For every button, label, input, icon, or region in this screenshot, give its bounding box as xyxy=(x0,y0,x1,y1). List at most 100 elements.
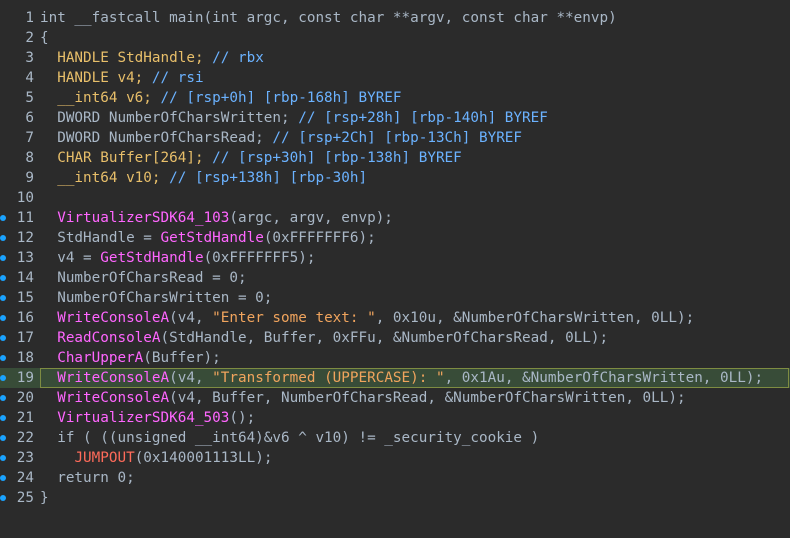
line-number: 14 xyxy=(16,270,34,286)
code-line-22[interactable]: 22 if ( ((unsigned __int64)&v6 ^ v10) !=… xyxy=(0,428,790,448)
code-text: DWORD NumberOfCharsWritten; // [rsp+28h]… xyxy=(40,108,548,128)
code-token: v4 = xyxy=(40,250,101,266)
code-line-24[interactable]: 24 return 0; xyxy=(0,468,790,488)
line-number: 8 xyxy=(25,150,34,166)
line-number: 24 xyxy=(16,470,34,486)
code-line-2[interactable]: 2{ xyxy=(0,28,790,48)
code-line-23[interactable]: 23 JUMPOUT(0x140001113LL); xyxy=(0,448,790,468)
pseudocode-editor[interactable]: 1 int __fastcall main(int argc, const cha… xyxy=(0,0,790,538)
code-text: StdHandle = GetStdHandle(0xFFFFFFF6); xyxy=(40,228,376,248)
code-token: DWORD NumberOfCharsRead; xyxy=(40,130,264,146)
code-token: (argc, argv, envp); xyxy=(229,210,393,226)
code-token: __int64 v6; xyxy=(57,90,152,106)
code-line-3[interactable]: 3 HANDLE StdHandle; // rbx xyxy=(0,48,790,68)
code-line-10[interactable]: 10 xyxy=(0,188,790,208)
code-text: WriteConsoleA(v4, "Enter some text: ", 0… xyxy=(40,308,694,328)
code-token: VirtualizerSDK64_503 xyxy=(57,410,230,426)
code-text: } xyxy=(40,488,49,508)
line-number: 6 xyxy=(25,110,34,126)
code-token: NumberOfCharsWritten = 0; xyxy=(40,290,273,306)
code-line-1[interactable]: 1 int __fastcall main(int argc, const cha… xyxy=(0,8,790,28)
code-text: CharUpperA(Buffer); xyxy=(40,348,221,368)
code-token: WriteConsoleA xyxy=(57,390,170,406)
code-token: (v4, Buffer, NumberOfCharsRead, &NumberO… xyxy=(169,390,686,406)
code-text: JUMPOUT(0x140001113LL); xyxy=(40,448,272,468)
code-line-13[interactable]: 13 v4 = GetStdHandle(0xFFFFFFF5); xyxy=(0,248,790,268)
code-line-18[interactable]: 18 CharUpperA(Buffer); xyxy=(0,348,790,368)
code-token: // [rsp+30h] [rbp-138h] BYREF xyxy=(203,150,462,166)
line-number: 9 xyxy=(25,170,34,186)
line-number: 11 xyxy=(16,210,34,226)
code-token: // rbx xyxy=(203,50,264,66)
code-line-4[interactable]: 4 HANDLE v4; // rsi xyxy=(0,68,790,88)
code-token: return 0; xyxy=(40,470,135,486)
code-token: int __fastcall main(int argc, const char… xyxy=(40,10,617,26)
code-line-19[interactable]: 19 WriteConsoleA(v4, "Transformed (UPPER… xyxy=(0,368,790,388)
code-line-17[interactable]: 17 ReadConsoleA(StdHandle, Buffer, 0xFFu… xyxy=(0,328,790,348)
code-line-11[interactable]: 11 VirtualizerSDK64_103(argc, argv, envp… xyxy=(0,208,790,228)
code-line-6[interactable]: 6 DWORD NumberOfCharsWritten; // [rsp+28… xyxy=(0,108,790,128)
code-token: ReadConsoleA xyxy=(57,330,161,346)
line-number: 7 xyxy=(25,130,34,146)
code-token: CHAR Buffer[264]; xyxy=(57,150,204,166)
code-token: "Transformed (UPPERCASE): " xyxy=(212,370,445,386)
code-token: // [rsp+2Ch] [rbp-13Ch] BYREF xyxy=(263,130,523,146)
code-line-21[interactable]: 21 VirtualizerSDK64_503(); xyxy=(0,408,790,428)
code-token: WriteConsoleA xyxy=(57,370,170,386)
code-token: // [rsp+28h] [rbp-140h] BYREF xyxy=(289,110,548,126)
code-token: { xyxy=(40,30,49,46)
code-line-5[interactable]: 5 __int64 v6; // [rsp+0h] [rbp-168h] BYR… xyxy=(0,88,790,108)
code-line-9[interactable]: 9 __int64 v10; // [rsp+138h] [rbp-30h] xyxy=(0,168,790,188)
code-line-14[interactable]: 14 NumberOfCharsRead = 0; xyxy=(0,268,790,288)
code-token: (0x140001113LL); xyxy=(134,450,273,466)
code-token: JUMPOUT xyxy=(74,450,135,466)
code-token: WriteConsoleA xyxy=(57,310,170,326)
code-text: VirtualizerSDK64_103(argc, argv, envp); xyxy=(40,208,393,228)
line-number: 10 xyxy=(16,190,34,206)
code-line-12[interactable]: 12 StdHandle = GetStdHandle(0xFFFFFFF6); xyxy=(0,228,790,248)
code-token: } xyxy=(40,490,49,506)
code-token: (); xyxy=(229,410,256,426)
code-token: (Buffer); xyxy=(143,350,221,366)
line-number: 17 xyxy=(16,330,34,346)
code-line-25[interactable]: 25} xyxy=(0,488,790,508)
code-text: ReadConsoleA(StdHandle, Buffer, 0xFFu, &… xyxy=(40,328,608,348)
code-text: NumberOfCharsWritten = 0; xyxy=(40,288,272,308)
code-text: __int64 v10; // [rsp+138h] [rbp-30h] xyxy=(40,168,367,188)
line-number: 19 xyxy=(16,370,34,386)
code-token: // [rsp+0h] [rbp-168h] BYREF xyxy=(151,90,402,106)
code-token: HANDLE StdHandle; xyxy=(57,50,204,66)
line-number: 5 xyxy=(25,90,34,106)
code-line-7[interactable]: 7 DWORD NumberOfCharsRead; // [rsp+2Ch] … xyxy=(0,128,790,148)
code-line-20[interactable]: 20 WriteConsoleA(v4, Buffer, NumberOfCha… xyxy=(0,388,790,408)
line-number: 12 xyxy=(16,230,34,246)
code-token: StdHandle = xyxy=(40,230,161,246)
code-text: CHAR Buffer[264]; // [rsp+30h] [rbp-138h… xyxy=(40,148,462,168)
code-text: HANDLE v4; // rsi xyxy=(40,68,203,88)
code-text: v4 = GetStdHandle(0xFFFFFFF5); xyxy=(40,248,315,268)
code-token: GetStdHandle xyxy=(100,250,204,266)
code-token: HANDLE v4; xyxy=(57,70,144,86)
code-token: (0xFFFFFFF5); xyxy=(203,250,316,266)
code-token: (v4, xyxy=(169,310,213,326)
code-token: (StdHandle, Buffer, 0xFFu, &NumberOfChar… xyxy=(160,330,609,346)
line-number: 25 xyxy=(16,490,34,506)
code-line-15[interactable]: 15 NumberOfCharsWritten = 0; xyxy=(0,288,790,308)
code-line-8[interactable]: 8 CHAR Buffer[264]; // [rsp+30h] [rbp-13… xyxy=(0,148,790,168)
code-text: if ( ((unsigned __int64)&v6 ^ v10) != _s… xyxy=(40,428,539,448)
code-token: , 0x10u, &NumberOfCharsWritten, 0LL); xyxy=(375,310,695,326)
line-number: 13 xyxy=(16,250,34,266)
code-text: VirtualizerSDK64_503(); xyxy=(40,408,255,428)
code-token: NumberOfCharsRead = 0; xyxy=(40,270,247,286)
code-line-16[interactable]: 16 WriteConsoleA(v4, "Enter some text: "… xyxy=(0,308,790,328)
code-token: , 0x1Au, &NumberOfCharsWritten, 0LL); xyxy=(444,370,764,386)
code-text: __int64 v6; // [rsp+0h] [rbp-168h] BYREF xyxy=(40,88,402,108)
